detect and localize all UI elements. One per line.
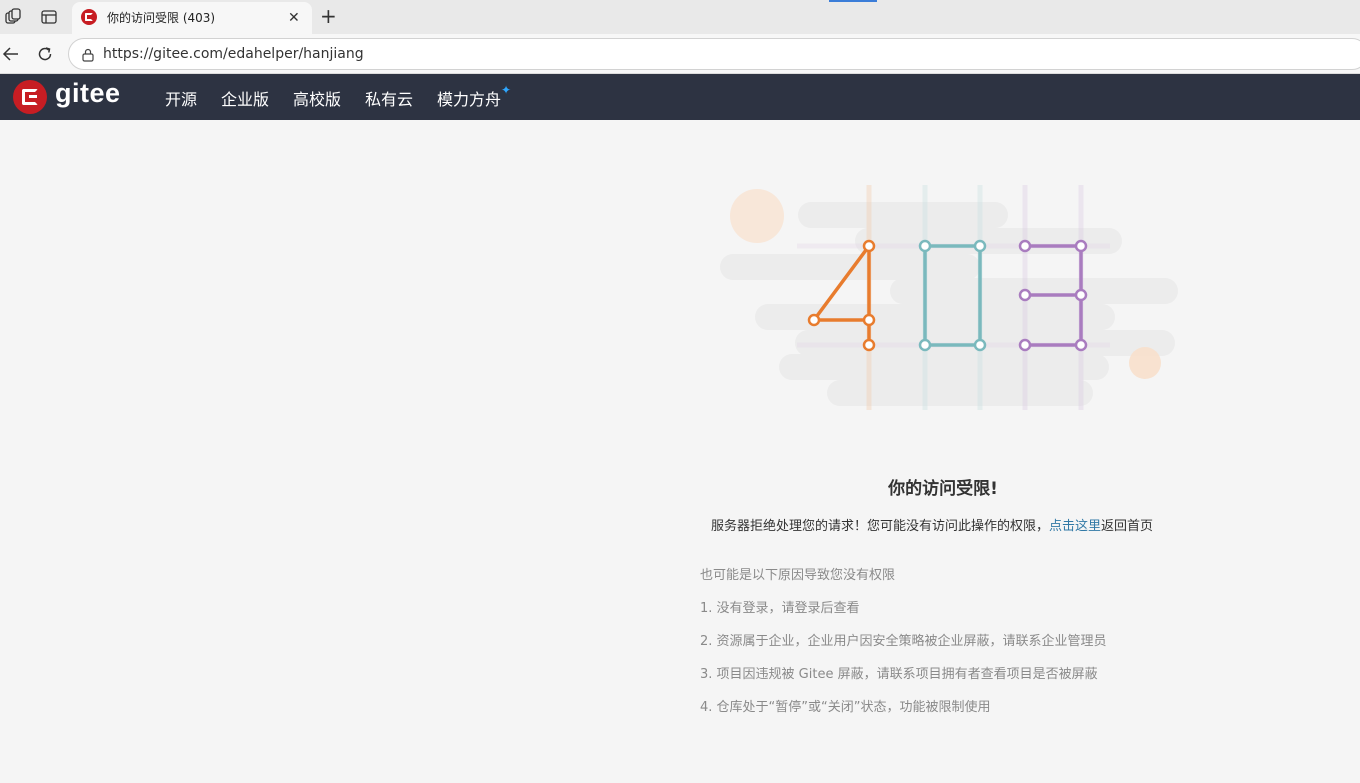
tab-actions-icon[interactable] [38, 6, 60, 28]
site-header: gitee 开源 企业版 高校版 私有云 模力方舟 ✦ [0, 74, 1360, 120]
logo-text[interactable]: gitee [55, 78, 121, 109]
tab-title: 你的访问受限 (403) [107, 11, 216, 25]
error-description-text: 服务器拒绝处理您的请求！您可能没有访问此操作的权限， [711, 519, 1050, 534]
nav-moli-fangzhou[interactable]: 模力方舟 [437, 86, 501, 110]
new-tab-icon[interactable]: + [320, 5, 337, 27]
nav-private-cloud[interactable]: 私有云 [365, 86, 413, 110]
close-tab-icon[interactable]: ✕ [288, 9, 300, 27]
list-item: 1. 没有登录，请登录后查看 [700, 601, 860, 616]
sparkle-icon: ✦ [501, 83, 512, 97]
top-accent-bar [829, 0, 877, 2]
gitee-logo-icon[interactable] [13, 80, 47, 114]
error-title: 你的访问受限! [888, 479, 998, 499]
list-item: 3. 项目因违规被 Gitee 屏蔽，请联系项目拥有者查看项目是否被屏蔽 [700, 667, 1098, 682]
error-description: 服务器拒绝处理您的请求！您可能没有访问此操作的权限，点击这里返回首页 [711, 515, 1153, 534]
error-description-suffix: 返回首页 [1101, 519, 1154, 534]
refresh-icon[interactable] [34, 43, 56, 65]
active-tab[interactable]: 你的访问受限 (403) ✕ [72, 2, 312, 34]
error-403-illustration [720, 185, 1178, 410]
back-arrow-icon[interactable] [0, 43, 22, 65]
list-item: 4. 仓库处于“暂停”或“关闭”状态，功能被限制使用 [700, 700, 991, 715]
gitee-favicon-icon [81, 9, 97, 25]
nav-open-source[interactable]: 开源 [165, 86, 197, 110]
nav-enterprise[interactable]: 企业版 [221, 86, 269, 110]
workspaces-icon[interactable] [2, 6, 24, 28]
reasons-heading: 也可能是以下原因导致您没有权限 [700, 568, 896, 583]
address-bar: https://gitee.com/edahelper/hanjiang [0, 34, 1360, 74]
browser-tab-strip: 你的访问受限 (403) ✕ + [0, 0, 1360, 34]
list-item: 2. 资源属于企业，企业用户因安全策略被企业屏蔽，请联系企业管理员 [700, 634, 1107, 649]
nav-education[interactable]: 高校版 [293, 86, 341, 110]
home-link[interactable]: 点击这里 [1049, 519, 1101, 534]
reasons-list: 也可能是以下原因导致您没有权限 1. 没有登录，请登录后查看 2. 资源属于企业… [700, 564, 1107, 729]
url-field[interactable]: https://gitee.com/edahelper/hanjiang [68, 38, 1360, 70]
lock-icon[interactable] [81, 47, 95, 66]
url-text: https://gitee.com/edahelper/hanjiang [103, 46, 364, 62]
